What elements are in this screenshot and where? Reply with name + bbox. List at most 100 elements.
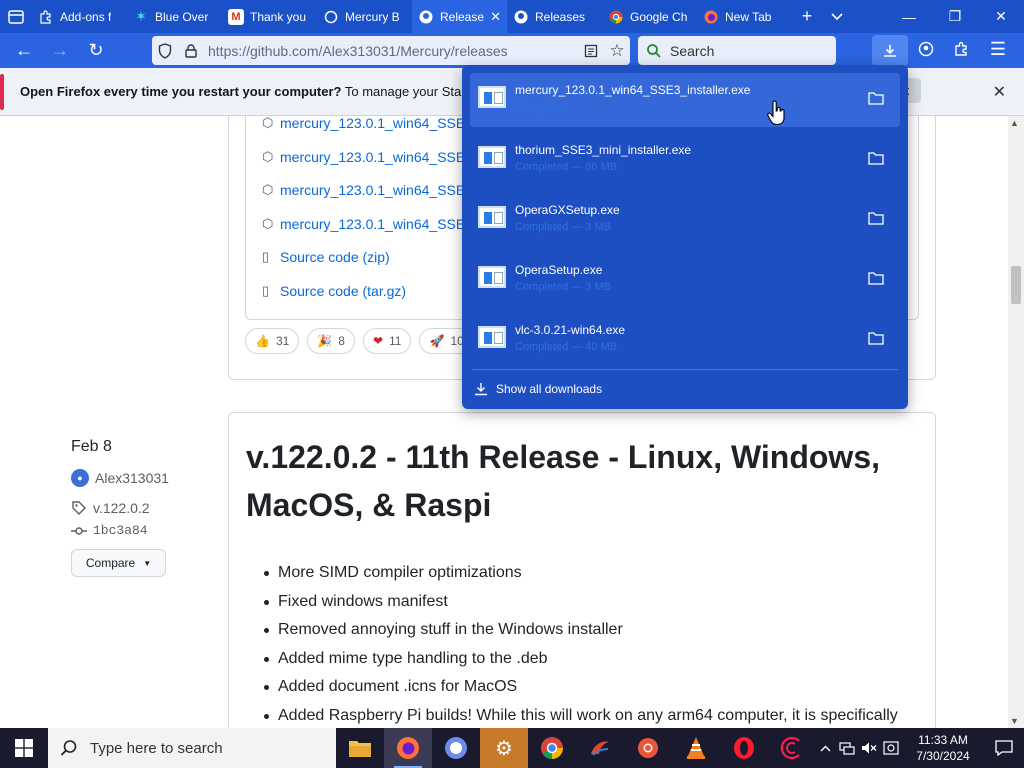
- release-title[interactable]: v.122.0.2 - 11th Release - Linux, Window…: [246, 433, 906, 529]
- chrome-taskbar-icon[interactable]: [528, 728, 576, 768]
- asset-link[interactable]: ⬡ mercury_123.0.1_win64_SSE3_: [262, 140, 481, 173]
- restore-button[interactable]: ❐: [932, 0, 978, 33]
- download-item[interactable]: OperaGXSetup.exe Completed — 3 MB: [470, 193, 900, 247]
- network-icon[interactable]: [836, 741, 858, 755]
- folder-icon[interactable]: [868, 151, 884, 165]
- asset-link[interactable]: ⬡ mercury_123.0.1_win64_SSE4.: [262, 173, 477, 206]
- download-item[interactable]: thorium_SSE3_mini_installer.exe Complete…: [470, 133, 900, 187]
- tab-releases[interactable]: Releases: [507, 0, 602, 33]
- installer-file-icon: [478, 206, 506, 228]
- forward-button[interactable]: →: [42, 35, 78, 67]
- asset-suffix[interactable]: (tar.gz): [363, 283, 407, 299]
- compare-button[interactable]: Compare ▼: [71, 549, 166, 577]
- chromium-taskbar-icon[interactable]: [624, 728, 672, 768]
- firefox-view-button[interactable]: [0, 0, 32, 33]
- app-menu-button[interactable]: ☰: [980, 33, 1016, 65]
- search-bar[interactable]: Search: [638, 36, 836, 65]
- asset-suffix[interactable]: (zip): [363, 249, 390, 265]
- puzzle-icon: [38, 9, 54, 25]
- minimize-button[interactable]: —: [886, 0, 932, 33]
- list-all-tabs-button[interactable]: [822, 0, 852, 33]
- extensions-button[interactable]: [944, 33, 980, 65]
- asset-name[interactable]: mercury_123.0.1_win64_SSE3.: [280, 116, 477, 131]
- asset-link[interactable]: ▯ Source code (tar.gz): [262, 274, 406, 307]
- puzzle-icon: [955, 41, 967, 56]
- reload-button[interactable]: ↻: [78, 35, 114, 67]
- tab-gmail[interactable]: M Thank you: [222, 0, 317, 33]
- release-tag[interactable]: v.122.0.2: [71, 500, 150, 516]
- system-clock[interactable]: 11:33 AM 7/30/2024: [902, 732, 984, 764]
- hand-cursor-icon: [767, 100, 785, 125]
- clock-time: 11:33 AM: [918, 733, 968, 747]
- reaction-thumbs-up[interactable]: 👍 31: [245, 328, 300, 354]
- thorium-taskbar-icon[interactable]: [576, 728, 624, 768]
- folder-icon[interactable]: [868, 271, 884, 285]
- tab-release-active[interactable]: Release ✕: [412, 0, 507, 33]
- lock-icon[interactable]: [178, 43, 204, 58]
- opera-gx-taskbar-icon[interactable]: [768, 728, 816, 768]
- caret-down-icon: ▼: [143, 558, 152, 568]
- asset-name[interactable]: mercury_123.0.1_win64_SSE4.: [280, 182, 477, 198]
- volume-muted-icon[interactable]: [858, 741, 880, 755]
- start-button[interactable]: [0, 728, 48, 768]
- asset-name[interactable]: Source code: [280, 249, 359, 265]
- download-item[interactable]: vlc-3.0.21-win64.exe Completed — 40 MB: [470, 313, 900, 367]
- tab-title: Google Ch: [630, 9, 688, 24]
- mercury-icon: [323, 9, 339, 25]
- release-commit[interactable]: 1bc3a84: [71, 523, 148, 538]
- asset-name[interactable]: mercury_123.0.1_win64_SSE3_: [280, 149, 481, 165]
- address-bar[interactable]: https://github.com/Alex313031/Mercury/re…: [152, 36, 630, 65]
- shield-icon[interactable]: [152, 42, 178, 59]
- back-button[interactable]: ←: [6, 35, 42, 67]
- close-notification-icon[interactable]: ✕: [993, 82, 1006, 102]
- reaction-hooray[interactable]: 🎉 8: [307, 328, 355, 354]
- download-item[interactable]: OperaSetup.exe Completed — 3 MB: [470, 253, 900, 307]
- url-text[interactable]: https://github.com/Alex313031/Mercury/re…: [208, 43, 578, 59]
- folder-icon[interactable]: [868, 211, 884, 225]
- new-tab-button[interactable]: +: [792, 0, 822, 33]
- tab-mercury[interactable]: Mercury B: [317, 0, 412, 33]
- asset-name[interactable]: Source code: [280, 283, 359, 299]
- chevron-up-icon[interactable]: [814, 745, 836, 752]
- reaction-count: 31: [275, 334, 290, 348]
- show-all-downloads-button[interactable]: Show all downloads: [474, 378, 602, 400]
- page-scrollbar[interactable]: ▲ ▼: [1008, 116, 1024, 728]
- reaction-heart[interactable]: ❤ 11: [362, 328, 412, 354]
- tab-addons[interactable]: Add-ons f: [32, 0, 127, 33]
- firefox-taskbar-icon[interactable]: [384, 728, 432, 768]
- action-center-button[interactable]: [984, 740, 1024, 756]
- tab-blue-overflow[interactable]: ✶ Blue Over: [127, 0, 222, 33]
- release-author[interactable]: ● Alex313031: [71, 469, 169, 487]
- account-button[interactable]: [908, 33, 944, 65]
- bookmark-star-icon[interactable]: ☆: [604, 41, 630, 61]
- avatar: ●: [71, 469, 89, 487]
- scrollbar-thumb[interactable]: [1011, 266, 1021, 304]
- vlc-taskbar-icon[interactable]: [672, 728, 720, 768]
- settings-taskbar-icon[interactable]: ⚙: [480, 728, 528, 768]
- scroll-up-icon[interactable]: ▲: [1010, 118, 1019, 128]
- commit-hash[interactable]: 1bc3a84: [93, 523, 148, 538]
- folder-icon[interactable]: [868, 331, 884, 345]
- close-window-button[interactable]: ✕: [978, 0, 1024, 33]
- close-tab-icon[interactable]: ✕: [490, 9, 501, 25]
- asset-link[interactable]: ⬡ mercury_123.0.1_win64_SSE4_: [262, 207, 481, 240]
- folder-icon[interactable]: [868, 91, 884, 105]
- asset-link[interactable]: ▯ Source code (zip): [262, 240, 390, 273]
- asset-name[interactable]: mercury_123.0.1_win64_SSE4_: [280, 216, 481, 232]
- author-name[interactable]: Alex313031: [95, 470, 169, 486]
- reader-view-icon[interactable]: [578, 44, 604, 58]
- tray-app-icon[interactable]: [880, 741, 902, 755]
- taskbar-search-box[interactable]: Type here to search: [48, 728, 336, 768]
- file-zip-icon: ▯: [262, 282, 270, 298]
- scroll-down-icon[interactable]: ▼: [1010, 716, 1019, 726]
- opera-taskbar-icon[interactable]: [720, 728, 768, 768]
- tab-new-tab[interactable]: New Tab: [697, 0, 792, 33]
- tag-name[interactable]: v.122.0.2: [93, 500, 150, 516]
- mercury-taskbar-icon[interactable]: [432, 728, 480, 768]
- download-item[interactable]: mercury_123.0.1_win64_SSE3_installer.exe…: [470, 73, 900, 127]
- downloads-button[interactable]: [872, 35, 908, 66]
- system-tray: 11:33 AM 7/30/2024: [814, 728, 1024, 768]
- file-explorer-icon[interactable]: [336, 728, 384, 768]
- tab-google-chrome[interactable]: Google Ch: [602, 0, 697, 33]
- asset-link[interactable]: ⬡ mercury_123.0.1_win64_SSE3.: [262, 116, 477, 139]
